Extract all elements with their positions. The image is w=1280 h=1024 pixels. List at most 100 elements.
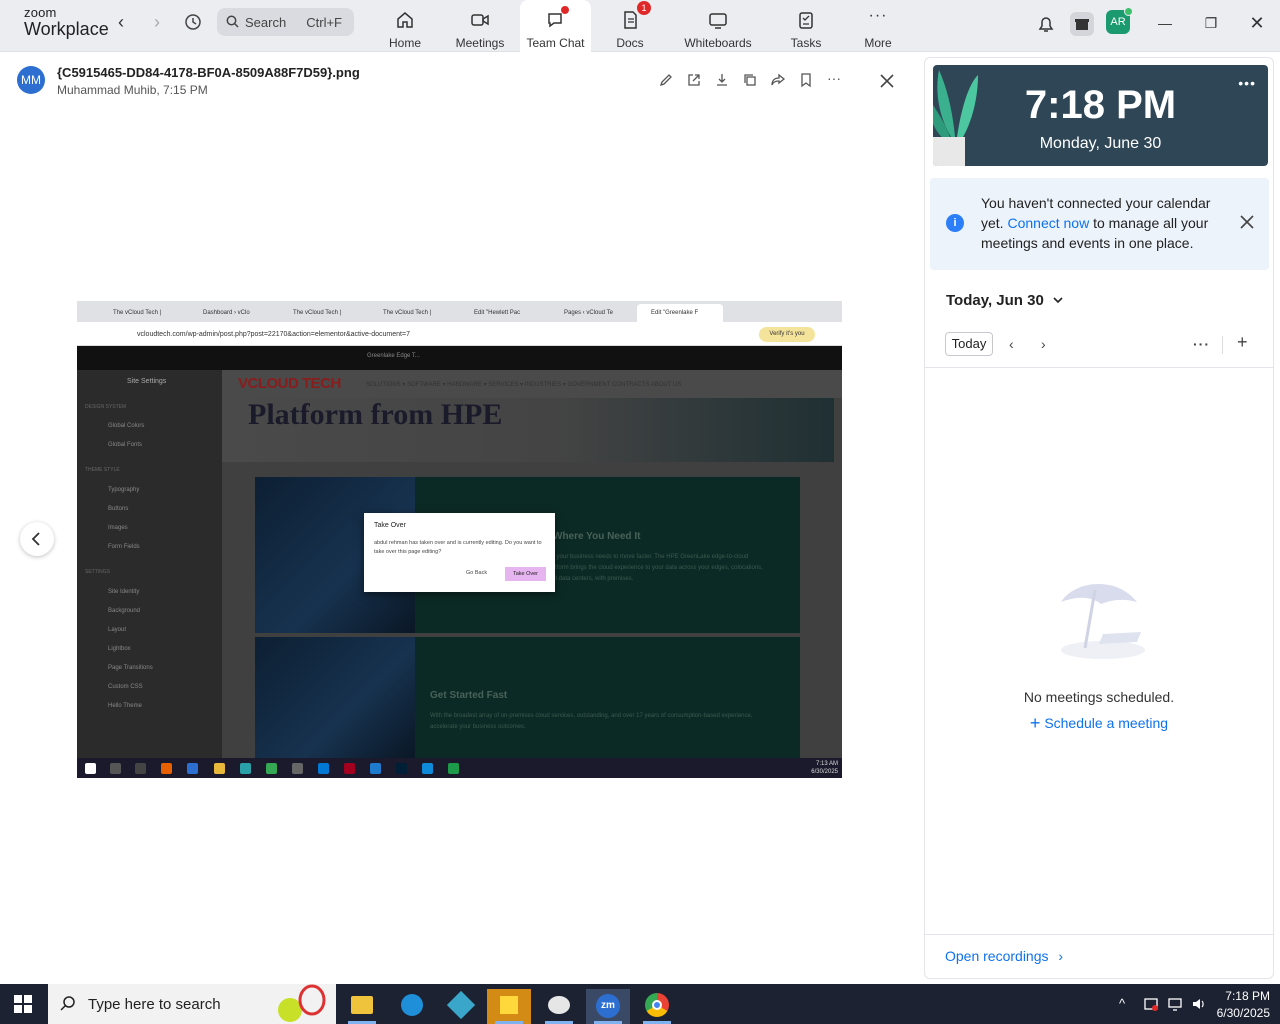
schedule-meeting-link[interactable]: + Schedule a meeting [925, 713, 1273, 734]
windows-start-icon[interactable] [14, 995, 32, 1013]
tab-team-chat[interactable]: Team Chat [520, 0, 591, 52]
close-window-icon[interactable]: ✕ [1245, 12, 1269, 36]
today-button[interactable]: Today [945, 332, 993, 356]
card-title: Where You Need It [553, 531, 641, 542]
minimize-icon[interactable]: — [1153, 12, 1177, 36]
open-recordings-link[interactable]: Open recordings › [945, 948, 1063, 964]
add-event-icon[interactable]: + [1237, 332, 1248, 353]
volume-icon[interactable] [1191, 996, 1207, 1012]
sticky-notes-icon[interactable] [487, 989, 531, 1024]
restore-icon[interactable]: ❐ [1199, 12, 1223, 36]
clock-card: 7:18 PM Monday, June 30 ••• [933, 65, 1268, 166]
close-viewer-icon[interactable] [878, 72, 896, 90]
video-camera-icon [469, 9, 491, 31]
chat-icon [545, 6, 569, 31]
next-day-icon[interactable]: › [1041, 336, 1046, 352]
calendar-connect-notice: i You haven't connected your calendar ye… [930, 178, 1269, 270]
share-icon[interactable] [769, 72, 787, 90]
beach-umbrella-icon [1061, 583, 1145, 659]
clock-date: Monday, June 30 [1039, 135, 1162, 152]
tab-more[interactable]: ··· More [861, 0, 895, 52]
browser-url: vcloudtech.com/wp-admin/post.php?post=22… [137, 331, 410, 338]
take-over-button: Take Over [505, 567, 546, 581]
browser-tab: Edit "Hewlett Pac [474, 310, 521, 316]
clock-time: 7:18 PM [1024, 83, 1177, 127]
tab-tasks-label: Tasks [790, 36, 822, 50]
bookmark-icon[interactable] [797, 72, 815, 90]
verify-chip: Verify it's you [759, 327, 815, 342]
tab-whiteboards[interactable]: Whiteboards [680, 0, 756, 52]
app-hex-icon[interactable] [439, 989, 483, 1024]
system-date: 6/30/2025 [1216, 1006, 1270, 1020]
download-icon[interactable] [713, 72, 731, 90]
back-arrow-icon[interactable]: ‹ [111, 13, 131, 33]
app-icon [292, 763, 303, 774]
document-icon: 1 [619, 1, 651, 31]
network-icon[interactable] [1167, 996, 1183, 1012]
tab-meetings[interactable]: Meetings [452, 0, 508, 52]
user-avatar[interactable]: AR [1106, 7, 1133, 34]
tab-docs[interactable]: 1 Docs [612, 0, 651, 52]
previous-image-button[interactable] [20, 522, 54, 556]
logo-zoom-text: zoom [24, 5, 57, 20]
tab-tasks[interactable]: Tasks [788, 0, 824, 52]
system-clock[interactable]: 7:18 PM 6/30/2025 [1217, 988, 1270, 1022]
day-selector[interactable]: Today, Jun 30 [946, 292, 1064, 309]
edit-pencil-icon[interactable] [657, 72, 675, 90]
inner-date: 6/30/2025 [811, 769, 838, 775]
tennis-ball-icon [278, 984, 326, 1022]
site-brand: VCLOUD TECH [238, 375, 341, 392]
sidebar-group: SETTINGS [85, 569, 111, 575]
info-icon: i [946, 214, 964, 232]
connect-now-link[interactable]: Connect now [1007, 215, 1089, 231]
edge-icon[interactable] [390, 989, 434, 1024]
dismiss-notice-icon[interactable] [1239, 214, 1255, 230]
chevron-right-icon: › [1058, 948, 1064, 964]
chevron-down-icon [1053, 297, 1063, 304]
sidebar-title: Site Settings [127, 378, 167, 385]
bell-icon[interactable] [1034, 12, 1058, 36]
sidebar-group: DESIGN SYSTEM [85, 404, 127, 410]
zoom-taskbar-icon[interactable]: zm [586, 989, 630, 1024]
tab-home[interactable]: Home [385, 0, 425, 52]
search-box[interactable]: Search Ctrl+F [217, 8, 354, 36]
gift-icon[interactable] [1070, 12, 1094, 36]
history-icon[interactable] [183, 12, 203, 32]
inner-time: 7:13 AM [815, 761, 838, 767]
shared-screenshot-image: The vCloud Tech | Dashboard › vClo The v… [77, 301, 842, 778]
whiteboard-icon [707, 9, 729, 31]
forward-arrow-icon[interactable]: › [147, 13, 167, 33]
notice-text: You haven't connected your calendar yet.… [981, 193, 1226, 253]
security-icon[interactable] [1143, 996, 1159, 1012]
outlook-icon [318, 763, 329, 774]
sidebar-item: Lightbox [108, 646, 131, 652]
show-hidden-icons-icon[interactable]: ^ [1119, 996, 1135, 1012]
elementor-topbar: Greenlake Edge T... [77, 346, 842, 370]
inner-clock: 7:13 AM 6/30/2025 [811, 760, 838, 776]
browser-tab: Pages ‹ vCloud Te [564, 310, 613, 316]
sidebar-item: Form Fields [108, 544, 140, 550]
snipping-tool-icon[interactable] [537, 989, 581, 1024]
take-over-dialog: Take Over abdul rehman has taken over an… [364, 513, 555, 592]
prev-day-icon[interactable]: ‹ [1009, 336, 1014, 352]
more-options-icon[interactable]: ··· [825, 71, 843, 90]
sidebar-item: Layout [108, 627, 127, 633]
tab-home-label: Home [388, 36, 421, 50]
elementor-sidebar: Site Settings DESIGN SYSTEM Global Color… [77, 370, 222, 758]
taskbar-search[interactable]: Type here to search [48, 984, 336, 1024]
logo-workplace-text: Workplace [24, 19, 109, 39]
open-external-icon[interactable] [685, 72, 703, 90]
windows-logo-icon [85, 763, 96, 774]
calendar-more-icon[interactable]: ··· [1193, 336, 1210, 352]
tab-team-chat-label: Team Chat [526, 36, 585, 50]
file-explorer-icon[interactable] [340, 989, 384, 1024]
site-menu: SOLUTIONS ▾ SOFTWARE ▾ HARDWARE ▾ SERVIC… [366, 382, 682, 388]
plus-icon: + [1029, 713, 1041, 733]
chevron-left-icon [31, 532, 40, 546]
chrome-icon[interactable] [635, 989, 679, 1024]
windows-taskbar: Type here to search zm ^ 7:18 PM 6/30/20… [0, 984, 1280, 1024]
sender-initials: MM [21, 73, 41, 87]
sidebar-item: Global Colors [108, 423, 145, 429]
clock-more-icon[interactable]: ••• [1238, 75, 1256, 91]
copy-image-icon[interactable] [741, 72, 759, 90]
